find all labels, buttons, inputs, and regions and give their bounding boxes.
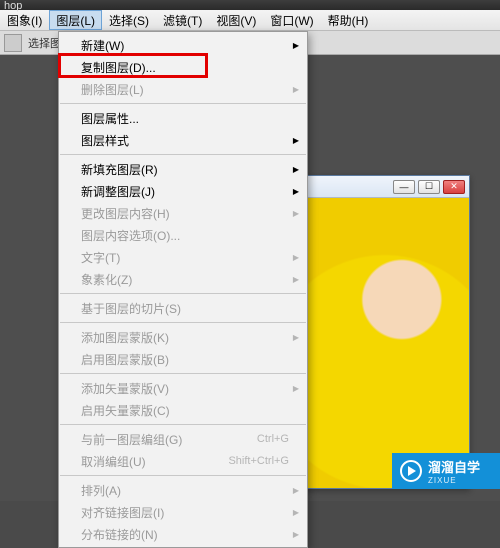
menu-item-label: 新建(W): [81, 37, 289, 54]
menu-item: 分布链接的(N): [59, 523, 307, 545]
watermark-text: 溜溜自学 ZIXUE: [428, 457, 480, 485]
menu-item-2[interactable]: 选择(S): [102, 10, 156, 30]
menu-item: 文字(T): [59, 246, 307, 268]
menu-item-label: 启用图层蒙版(B): [81, 351, 289, 368]
maximize-button[interactable]: ☐: [418, 180, 440, 194]
menu-item-label: 新填充图层(R): [81, 161, 289, 178]
menu-item[interactable]: 图层样式: [59, 129, 307, 151]
menu-item-label: 更改图层内容(H): [81, 205, 289, 222]
menu-item[interactable]: 新建(W): [59, 34, 307, 56]
menu-item-3[interactable]: 滤镜(T): [156, 10, 209, 30]
menu-item-label: 分布链接的(N): [81, 526, 289, 543]
document-window[interactable]: — ☐ ✕: [300, 175, 470, 489]
watermark-sub: ZIXUE: [428, 476, 480, 485]
menu-item-label: 复制图层(D)...: [81, 59, 289, 76]
menu-item: 启用矢量蒙版(C): [59, 399, 307, 421]
menu-item: 象素化(Z): [59, 268, 307, 290]
menu-item[interactable]: 新填充图层(R): [59, 158, 307, 180]
menu-item: 与前一图层编组(G)Ctrl+G: [59, 428, 307, 450]
menu-separator: [60, 373, 306, 374]
app-titlebar-fragment: hop: [0, 0, 500, 10]
menu-separator: [60, 103, 306, 104]
menu-item-label: 取消编组(U): [81, 453, 228, 470]
menu-item: 删除图层(L): [59, 78, 307, 100]
minimize-button[interactable]: —: [393, 180, 415, 194]
layer-menu-dropdown: 新建(W) 复制图层(D)... 删除图层(L) 图层属性... 图层样式新填充图层(R…: [58, 31, 308, 548]
menu-separator: [60, 154, 306, 155]
watermark: 溜溜自学 ZIXUE: [392, 453, 500, 489]
menu-item: 更改图层内容(H): [59, 202, 307, 224]
menu-item[interactable]: 复制图层(D)...: [59, 56, 307, 78]
image-canvas[interactable]: [301, 198, 469, 488]
menu-item: 添加图层蒙版(K): [59, 326, 307, 348]
menu-item-label: 添加矢量蒙版(V): [81, 380, 289, 397]
document-titlebar[interactable]: — ☐ ✕: [301, 176, 469, 198]
menu-item-label: 图层样式: [81, 132, 289, 149]
menu-item-label: 添加图层蒙版(K): [81, 329, 289, 346]
menu-item-label: 排列(A): [81, 482, 289, 499]
menu-item-6[interactable]: 帮助(H): [321, 10, 376, 30]
menu-item: 启用图层蒙版(B): [59, 348, 307, 370]
menu-item-label: 图层内容选项(O)...: [81, 227, 289, 244]
menu-item-label: 象素化(Z): [81, 271, 289, 288]
menu-item: 排列(A): [59, 479, 307, 501]
menu-item[interactable]: 图层属性...: [59, 107, 307, 129]
menu-item-label: 启用矢量蒙版(C): [81, 402, 289, 419]
close-button[interactable]: ✕: [443, 180, 465, 194]
menu-item-1[interactable]: 图层(L): [49, 10, 102, 30]
menu-item-label: 与前一图层编组(G): [81, 431, 257, 448]
menubar: 图象(I)图层(L)选择(S)滤镜(T)视图(V)窗口(W)帮助(H): [0, 10, 500, 31]
menu-item: 取消编组(U)Shift+Ctrl+G: [59, 450, 307, 472]
menu-item-shortcut: Ctrl+G: [257, 433, 289, 445]
document-content[interactable]: [301, 198, 469, 488]
menu-item-label: 文字(T): [81, 249, 289, 266]
menu-item-0[interactable]: 图象(I): [0, 10, 49, 30]
watermark-brand: 溜溜自学: [428, 460, 480, 475]
menu-separator: [60, 293, 306, 294]
menu-item-label: 基于图层的切片(S): [81, 300, 289, 317]
menu-item-label: 新调整图层(J): [81, 183, 289, 200]
menu-item-label: 删除图层(L): [81, 81, 289, 98]
menu-item-label: 图层属性...: [81, 110, 289, 127]
menu-separator: [60, 475, 306, 476]
play-icon: [400, 460, 422, 482]
app-title-fragment: hop: [4, 0, 22, 12]
menu-separator: [60, 424, 306, 425]
menu-item: 添加矢量蒙版(V): [59, 377, 307, 399]
menu-item-4[interactable]: 视图(V): [209, 10, 263, 30]
menu-item-5[interactable]: 窗口(W): [263, 10, 320, 30]
menu-item: 基于图层的切片(S): [59, 297, 307, 319]
menu-item: 图层内容选项(O)...: [59, 224, 307, 246]
tool-icon[interactable]: [4, 34, 22, 52]
menu-item-label: 对齐链接图层(I): [81, 504, 289, 521]
menu-separator: [60, 322, 306, 323]
menu-item[interactable]: 新调整图层(J): [59, 180, 307, 202]
menu-item-shortcut: Shift+Ctrl+G: [228, 455, 289, 467]
menu-item: 对齐链接图层(I): [59, 501, 307, 523]
